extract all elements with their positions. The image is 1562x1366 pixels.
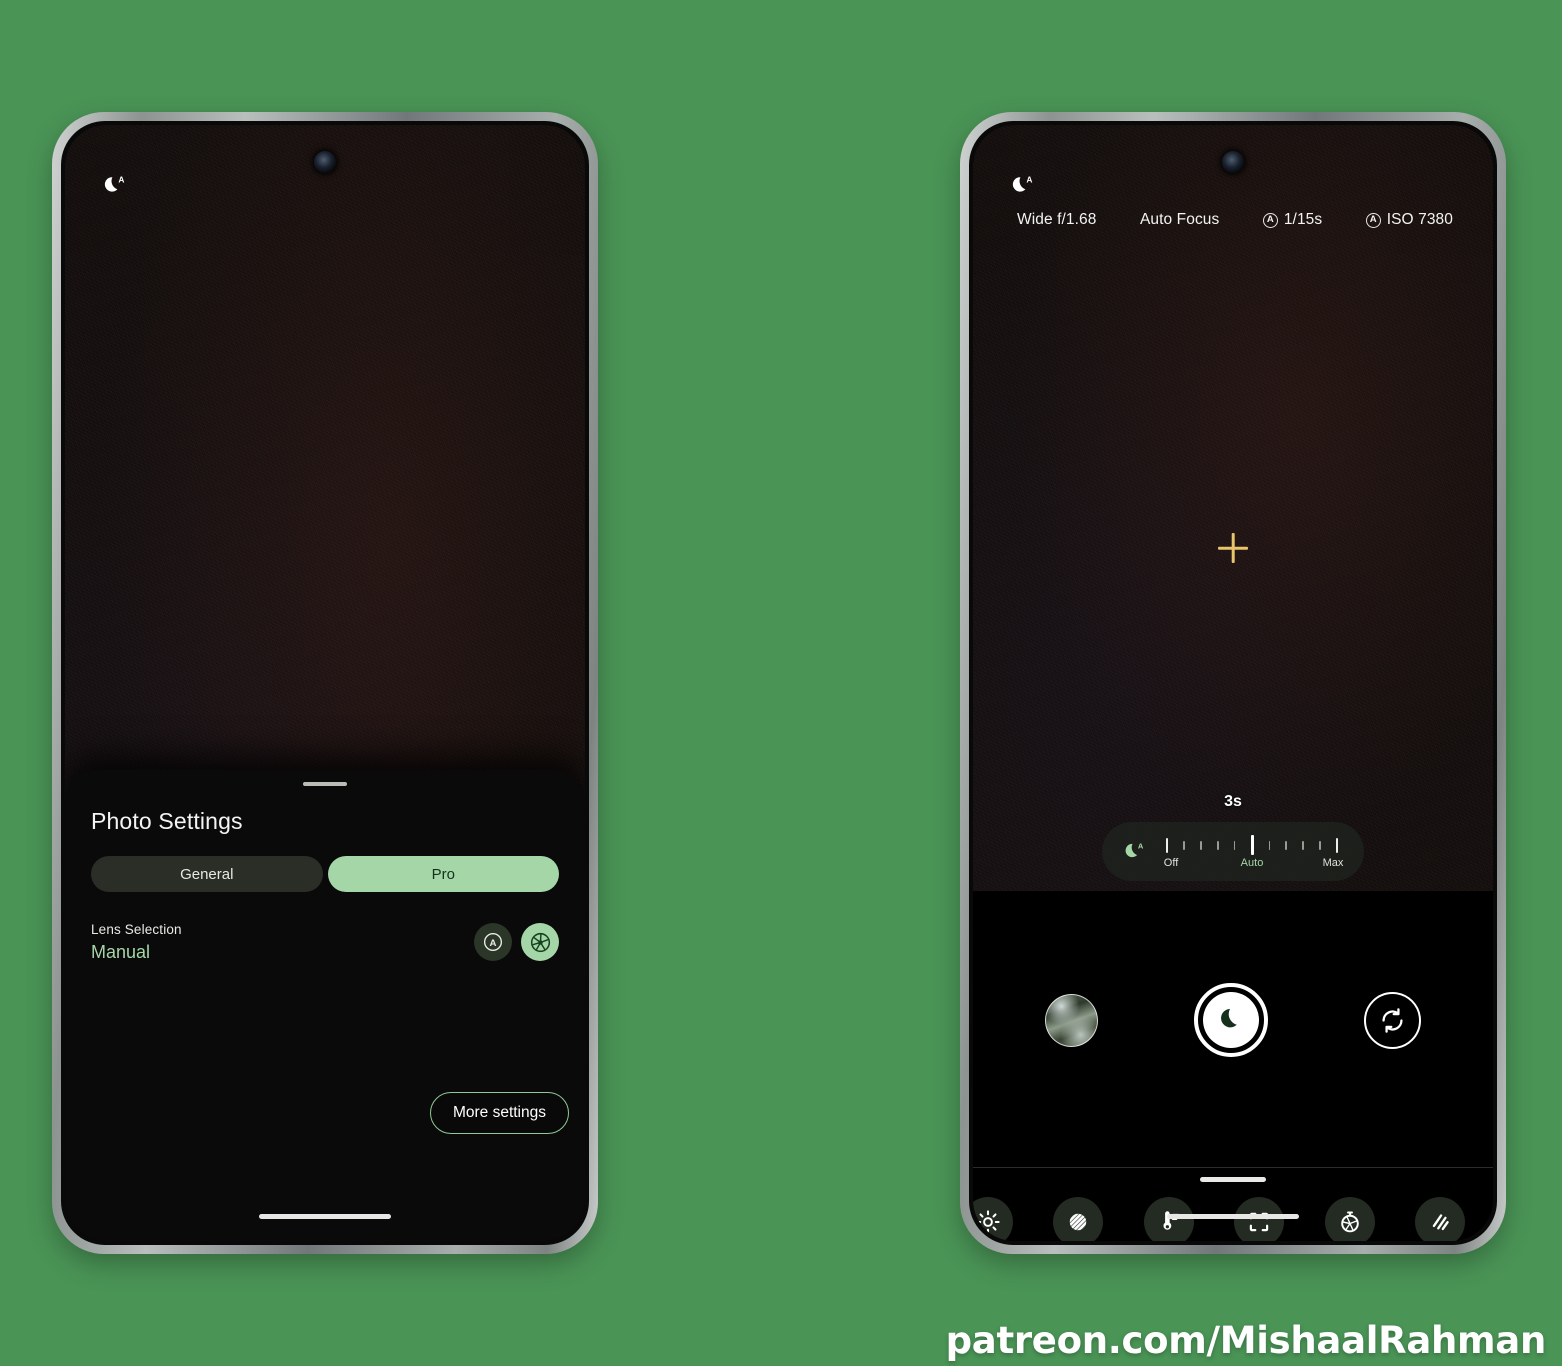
lens-selection-row: Lens Selection Manual A: [91, 922, 559, 963]
tick-label-auto: Auto: [1240, 857, 1264, 869]
night-sight-slider[interactable]: A Off Auto Max: [1102, 822, 1364, 881]
tab-pro[interactable]: Pro: [327, 856, 559, 893]
phone-right-bezel: A Wide f/1.68 Auto Focus A 1/15s A ISO 7…: [969, 121, 1497, 1245]
pro-controls-drag-handle[interactable]: [1200, 1177, 1266, 1182]
aperture-icon: [530, 932, 550, 952]
brightness-icon-button[interactable]: [973, 1197, 1013, 1241]
pro-control-white-balance[interactable]: White Balance: [1128, 1197, 1210, 1241]
night-sight-tick-track[interactable]: Off Auto Max: [1163, 832, 1344, 871]
tick-1: [1183, 840, 1185, 850]
lens-manual-toggle[interactable]: [521, 923, 559, 962]
info-shutter-speed-value: 1/15s: [1283, 211, 1323, 228]
auto-badge-iso: A: [1365, 212, 1381, 228]
svg-text:A: A: [1026, 175, 1032, 185]
gesture-nav-bar-right[interactable]: [1167, 1213, 1299, 1219]
iso-icon-button[interactable]: [1414, 1197, 1465, 1241]
pro-info-row: Wide f/1.68 Auto Focus A 1/15s A ISO 738…: [973, 211, 1493, 229]
info-iso-value: ISO 7380: [1386, 211, 1453, 228]
focus-crosshair-icon: [1218, 533, 1248, 563]
moon-icon: [1221, 1008, 1237, 1028]
tick-7: [1285, 840, 1288, 850]
tab-general[interactable]: General: [91, 856, 323, 893]
gesture-nav-bar-left[interactable]: [259, 1213, 391, 1219]
pro-control-shadow[interactable]: Shadow: [1037, 1197, 1119, 1241]
brightness-sun-icon: [976, 1210, 1000, 1234]
page-title: Photo Settings: [91, 808, 243, 835]
pro-control-focus[interactable]: Focus: [1218, 1197, 1300, 1241]
info-lens[interactable]: Wide f/1.68: [1017, 211, 1097, 229]
auto-badge-shutter: A: [1262, 212, 1278, 228]
info-iso[interactable]: A ISO 7380: [1365, 211, 1453, 229]
more-settings-button[interactable]: More settings: [429, 1092, 569, 1134]
phone-left: A Photo Settings General Pro Lens Select…: [52, 112, 598, 1254]
info-focus[interactable]: Auto Focus: [1140, 211, 1219, 229]
camera-flip-button[interactable]: [1364, 991, 1421, 1049]
lens-selection-label: Lens Selection: [91, 922, 182, 938]
tick-6: [1268, 840, 1271, 850]
svg-text:A: A: [118, 175, 124, 185]
shutter-core: [1203, 992, 1259, 1048]
white-balance-icon-button[interactable]: [1143, 1197, 1194, 1241]
night-sight-auto-icon[interactable]: A: [101, 173, 127, 199]
night-sight-tick-labels: Off Auto Max: [1163, 857, 1344, 871]
iso-diagonal-lines-icon: [1432, 1214, 1449, 1231]
tick-2: [1200, 840, 1202, 850]
photo-settings-sheet: Photo Settings General Pro Lens Selectio…: [65, 770, 585, 1241]
pro-control-iso[interactable]: ISO: [1399, 1197, 1481, 1241]
phone-right: A Wide f/1.68 Auto Focus A 1/15s A ISO 7…: [960, 112, 1506, 1254]
front-camera-punch-hole: [1222, 151, 1244, 173]
shadow-icon-button[interactable]: [1053, 1197, 1104, 1241]
night-sight-slider-group: 3s A Off Auto Max: [973, 793, 1493, 881]
shutter-row: [973, 983, 1493, 1057]
auto-letter-a-icon: A: [483, 933, 503, 952]
tick-auto-selected: [1250, 835, 1254, 855]
tick-label-off: Off: [1163, 857, 1179, 869]
tick-3: [1216, 840, 1219, 850]
camera-flip-icon: [1382, 1007, 1403, 1033]
tick-off: [1166, 837, 1169, 853]
tick-row: [1164, 834, 1340, 856]
tick-max: [1335, 837, 1338, 853]
pro-controls-divider: [973, 1167, 1493, 1169]
camera-viewfinder-right[interactable]: [973, 125, 1493, 891]
shutter-speed-icon-button[interactable]: [1324, 1197, 1375, 1241]
last-photo-thumbnail[interactable]: [1045, 993, 1098, 1047]
tick-9: [1319, 840, 1321, 850]
phone-left-screen: A Photo Settings General Pro Lens Select…: [65, 125, 585, 1241]
settings-tab-group[interactable]: General Pro: [91, 856, 559, 893]
lens-selection-value: Manual: [91, 942, 151, 963]
info-focus-value: Auto Focus: [1139, 211, 1220, 228]
phone-right-screen: A Wide f/1.68 Auto Focus A 1/15s A ISO 7…: [973, 125, 1493, 1241]
tick-label-max: Max: [1322, 857, 1344, 869]
pro-controls-row: Brightness: [973, 1197, 1493, 1241]
svg-text:A: A: [1138, 841, 1144, 850]
night-sight-exposure-value: 3s: [1224, 793, 1242, 810]
pro-control-shutter-speed[interactable]: Shutter Speed: [1309, 1197, 1391, 1241]
front-camera-punch-hole: [314, 151, 336, 173]
phone-left-bezel: A Photo Settings General Pro Lens Select…: [61, 121, 589, 1245]
tick-8: [1302, 840, 1304, 850]
info-shutter-speed[interactable]: A 1/15s: [1262, 211, 1323, 229]
shutter-speed-stopwatch-icon: [1340, 1211, 1359, 1233]
patreon-watermark: patreon.com/MishaalRahman: [945, 1319, 1547, 1362]
night-sight-auto-icon[interactable]: A: [1009, 173, 1035, 199]
shadow-sphere-icon: [1070, 1213, 1087, 1231]
lens-selection-text: Lens Selection Manual: [91, 922, 182, 963]
pro-control-brightness[interactable]: Brightness: [973, 1197, 1029, 1241]
lens-selection-toggles[interactable]: A: [474, 923, 559, 963]
focus-icon-button[interactable]: [1234, 1197, 1285, 1241]
info-lens-value: Wide f/1.68: [1017, 211, 1097, 228]
sheet-drag-handle[interactable]: [303, 782, 347, 787]
shutter-button[interactable]: [1194, 983, 1268, 1057]
lens-auto-toggle[interactable]: A: [474, 923, 512, 962]
svg-text:A: A: [490, 938, 497, 949]
moon-auto-icon: A: [1125, 841, 1144, 857]
tick-4: [1233, 840, 1236, 850]
